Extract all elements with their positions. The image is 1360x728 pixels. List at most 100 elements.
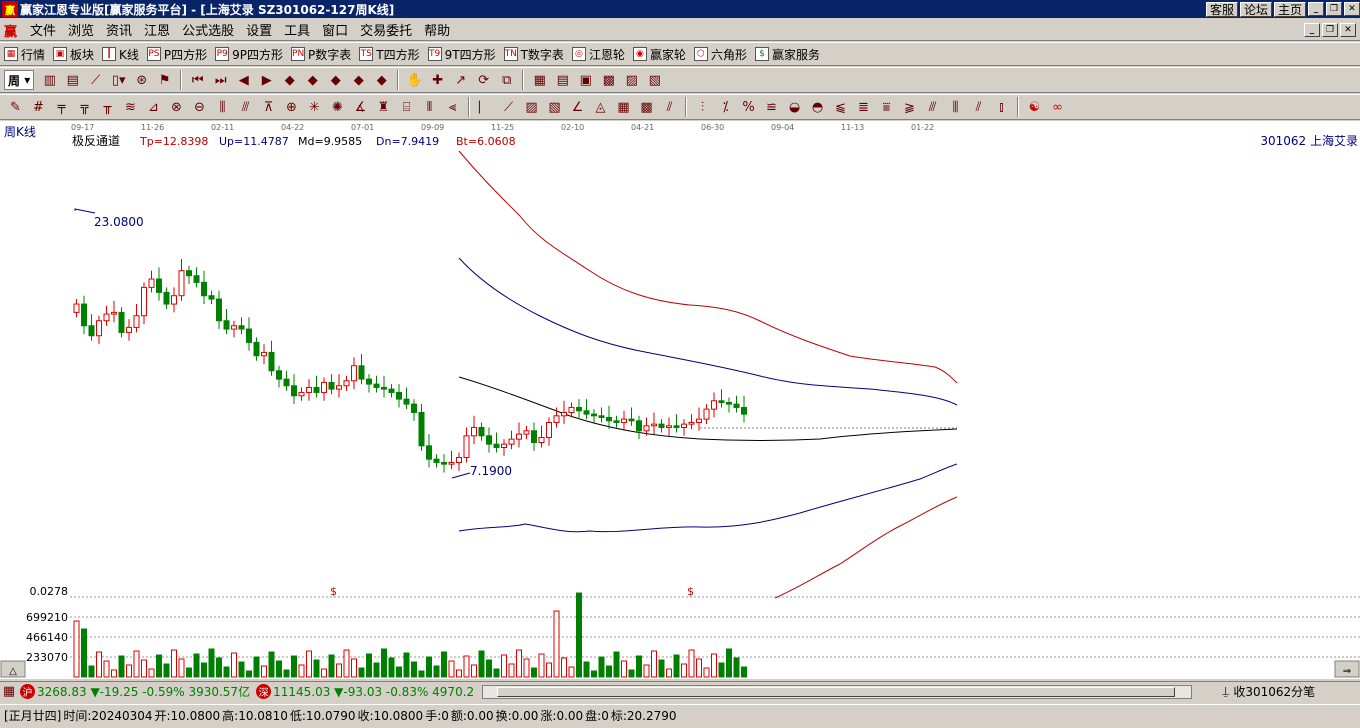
- trend-icon[interactable]: ↗: [449, 69, 472, 91]
- link-home[interactable]: 主页: [1273, 1, 1306, 17]
- panel-icon[interactable]: ▣: [574, 69, 597, 91]
- tool-p4[interactable]: PS P四方形: [143, 43, 211, 65]
- diamond4-icon[interactable]: ◆: [347, 69, 370, 91]
- hand-icon[interactable]: ✋: [403, 69, 426, 91]
- fan-icon[interactable]: ⊼: [257, 96, 280, 118]
- fan6-icon[interactable]: ⫾: [990, 96, 1013, 118]
- save-icon[interactable]: ▩: [597, 69, 620, 91]
- indicator-icon[interactable]: ⊛: [130, 69, 153, 91]
- bar-style-icon[interactable]: ▤: [61, 69, 84, 91]
- chart-area[interactable]: 周K线 09-17 11-26 02-11 04-22 07-01 09-09 11-25 0…: [0, 121, 1360, 679]
- arc2-icon[interactable]: ◓: [806, 96, 829, 118]
- disc-icon[interactable]: ⊖: [188, 96, 211, 118]
- circle-icon[interactable]: ⊗: [165, 96, 188, 118]
- calendar-icon[interactable]: ▦: [528, 69, 551, 91]
- tool-p9[interactable]: P9 9P四方形: [211, 43, 287, 65]
- prev-icon[interactable]: ◀: [232, 69, 255, 91]
- tick-detail-label[interactable]: 收301062分笔: [1233, 683, 1315, 700]
- link-service[interactable]: 客服: [1205, 1, 1238, 17]
- sz-index[interactable]: 深 11145.03 ▼-93.03 -0.83% 4970.2: [254, 684, 474, 699]
- square-grid2-icon[interactable]: ▩: [635, 96, 658, 118]
- infinity-icon[interactable]: ∞: [1046, 96, 1069, 118]
- status-scrollbar[interactable]: [482, 684, 1193, 699]
- minimize-icon[interactable]: _: [1308, 2, 1324, 16]
- mdi-restore-icon[interactable]: ❐: [1322, 22, 1338, 37]
- fan5-icon[interactable]: ⫽: [967, 96, 990, 118]
- menu-help[interactable]: 帮助: [418, 20, 456, 39]
- fan4-icon[interactable]: ⫼: [944, 96, 967, 118]
- percent-line-icon[interactable]: ⁒: [714, 96, 737, 118]
- sh-index[interactable]: ▦ 沪 3268.83 ▼-19.25 -0.59% 3930.57亿: [0, 681, 250, 703]
- gate-icon[interactable]: ⫷: [441, 96, 464, 118]
- target-icon[interactable]: ⊕: [280, 96, 303, 118]
- mdi-minimize-icon[interactable]: _: [1304, 22, 1320, 37]
- restore-icon[interactable]: ❐: [1326, 2, 1342, 16]
- menu-news[interactable]: 资讯: [100, 20, 138, 39]
- menu-formula[interactable]: 公式选股: [176, 20, 240, 39]
- tool-ts[interactable]: TS T四方形: [355, 43, 423, 65]
- angle-icon[interactable]: ∡: [349, 96, 372, 118]
- triangle-icon[interactable]: ◬: [589, 96, 612, 118]
- tower-icon[interactable]: ♜: [372, 96, 395, 118]
- tool-gann-wheel[interactable]: ◎ 江恩轮: [568, 43, 629, 65]
- line-style-icon[interactable]: ⟋: [84, 69, 107, 91]
- truck-icon[interactable]: ▧: [643, 69, 666, 91]
- bars2-icon[interactable]: ⫻: [234, 96, 257, 118]
- next-icon[interactable]: ▶: [255, 69, 278, 91]
- tool-winner-wheel[interactable]: ◉ 赢家轮: [629, 43, 690, 65]
- comb-icon[interactable]: ⫴: [418, 96, 441, 118]
- fork2-icon[interactable]: ╦: [73, 96, 96, 118]
- fib-icon[interactable]: ⫶: [691, 96, 714, 118]
- bars-icon[interactable]: ⫼: [211, 96, 234, 118]
- yin-yang-icon[interactable]: ☯: [1023, 96, 1046, 118]
- menu-gann[interactable]: 江恩: [138, 20, 176, 39]
- tool-tn[interactable]: TN T数字表: [500, 43, 568, 65]
- pen-icon[interactable]: ✎: [4, 96, 27, 118]
- table-icon[interactable]: ▤: [551, 69, 574, 91]
- levels-icon[interactable]: ≣: [852, 96, 875, 118]
- flag-icon[interactable]: ⚑: [153, 69, 176, 91]
- arc-icon[interactable]: ◒: [783, 96, 806, 118]
- levels2-icon[interactable]: ⩸: [875, 96, 898, 118]
- cursor-icon[interactable]: ▯▾: [107, 69, 130, 91]
- last-icon[interactable]: ⏭: [209, 69, 232, 91]
- diamond5-icon[interactable]: ◆: [370, 69, 393, 91]
- tool-kline[interactable]: ┃ K线: [98, 43, 143, 65]
- fan-line-icon[interactable]: ⟋: [497, 96, 520, 118]
- angle-line-icon[interactable]: ∠: [566, 96, 589, 118]
- square-grid-icon[interactable]: ▦: [612, 96, 635, 118]
- diamond1-icon[interactable]: ◆: [278, 69, 301, 91]
- first-icon[interactable]: ⏮: [186, 69, 209, 91]
- speed-icon[interactable]: ⫹: [829, 96, 852, 118]
- grid-icon[interactable]: ▦: [0, 681, 18, 703]
- close-icon[interactable]: ✕: [1344, 2, 1360, 16]
- burst-icon[interactable]: ✺: [326, 96, 349, 118]
- fan3-icon[interactable]: ⫻: [921, 96, 944, 118]
- menu-window[interactable]: 窗口: [316, 20, 354, 39]
- print-icon[interactable]: ▨: [620, 69, 643, 91]
- percent-icon[interactable]: %: [737, 96, 760, 118]
- diamond2-icon[interactable]: ◆: [301, 69, 324, 91]
- kline-chart[interactable]: 周K线 09-17 11-26 02-11 04-22 07-01 09-09 11-25 0…: [0, 121, 1360, 679]
- channel-icon[interactable]: ≌: [760, 96, 783, 118]
- grid-line-icon[interactable]: ▨: [520, 96, 543, 118]
- menu-file[interactable]: 文件: [24, 20, 62, 39]
- fork3-icon[interactable]: ╥: [96, 96, 119, 118]
- slant-lines-icon[interactable]: ⫽: [658, 96, 681, 118]
- block-icon[interactable]: ⌸: [395, 96, 418, 118]
- diamond3-icon[interactable]: ◆: [324, 69, 347, 91]
- tool-t9[interactable]: T9 9T四方形: [424, 43, 500, 65]
- menu-browse[interactable]: 浏览: [62, 20, 100, 39]
- menu-settings[interactable]: 设置: [240, 20, 278, 39]
- candle-style-icon[interactable]: ▥: [38, 69, 61, 91]
- line-tool-icon[interactable]: ⎸: [474, 96, 497, 118]
- star-icon[interactable]: ✳: [303, 96, 326, 118]
- period-select[interactable]: 周 ▾: [4, 70, 35, 90]
- scroll-thumb[interactable]: [497, 686, 1176, 697]
- crosshair-icon[interactable]: ✚: [426, 69, 449, 91]
- tool-blocks[interactable]: ▣ 板块: [49, 43, 98, 65]
- tool-market[interactable]: ▦ 行情: [0, 43, 49, 65]
- hash-icon[interactable]: #: [27, 96, 50, 118]
- tool-hexagon[interactable]: ⬡ 六角形: [690, 43, 751, 65]
- menu-tools[interactable]: 工具: [278, 20, 316, 39]
